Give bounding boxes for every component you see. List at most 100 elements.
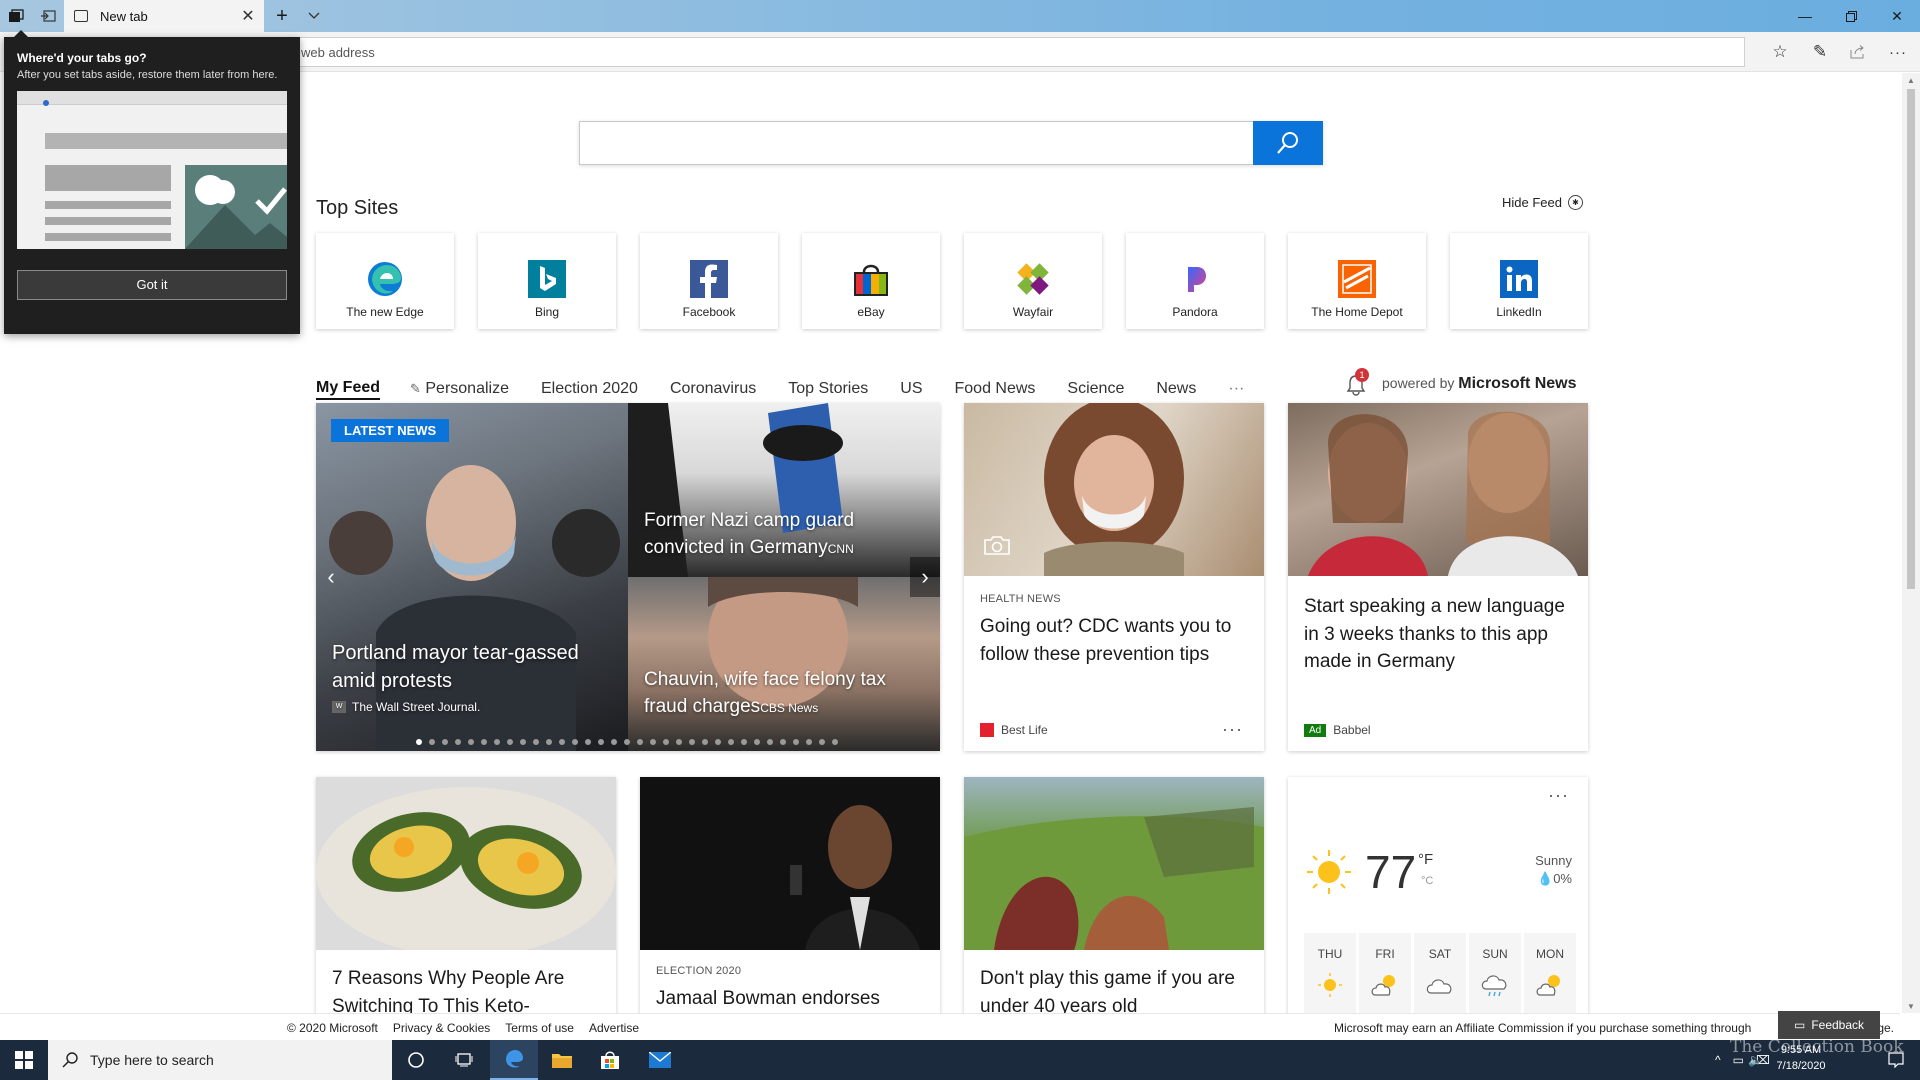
- site-tile-wayfair[interactable]: Wayfair: [964, 233, 1102, 329]
- feedback-button[interactable]: ▭ Feedback: [1778, 1011, 1880, 1039]
- tab-science[interactable]: Science: [1067, 380, 1124, 398]
- carousel-dot[interactable]: [689, 739, 695, 745]
- carousel-dot[interactable]: [637, 739, 643, 745]
- tab-coronavirus[interactable]: Coronavirus: [670, 380, 756, 398]
- unit-fahrenheit[interactable]: °F: [1418, 851, 1433, 868]
- carousel-dot[interactable]: [676, 739, 682, 745]
- carousel-dot[interactable]: [806, 739, 812, 745]
- footer-advertise-link[interactable]: Advertise: [589, 1021, 639, 1035]
- ad-card-babbel[interactable]: Start speaking a new language in 3 weeks…: [1288, 403, 1588, 751]
- carousel-dot[interactable]: [611, 739, 617, 745]
- card-more-button[interactable]: ···: [1222, 719, 1243, 740]
- carousel-dot[interactable]: [585, 739, 591, 745]
- chevron-up-icon[interactable]: ^: [1715, 1053, 1721, 1067]
- got-it-button[interactable]: Got it: [17, 269, 287, 300]
- forecast-day[interactable]: THU: [1304, 933, 1356, 1013]
- site-tile-home-depot[interactable]: The Home Depot: [1288, 233, 1426, 329]
- weather-more-button[interactable]: ···: [1548, 785, 1569, 806]
- site-tile-edge[interactable]: The new Edge: [316, 233, 454, 329]
- hide-feed-button[interactable]: Hide Feed ✱: [1502, 195, 1583, 210]
- carousel-dot[interactable]: [832, 739, 838, 745]
- close-window-icon[interactable]: ✕: [1874, 0, 1920, 32]
- carousel-dot[interactable]: [533, 739, 539, 745]
- carousel-dot[interactable]: [442, 739, 448, 745]
- carousel-dot[interactable]: [468, 739, 474, 745]
- carousel-dot[interactable]: [598, 739, 604, 745]
- carousel-dot[interactable]: [650, 739, 656, 745]
- close-tab-icon[interactable]: ✕: [232, 0, 264, 32]
- page-scrollbar[interactable]: ▲ ▼: [1902, 73, 1920, 1013]
- carousel-dot[interactable]: [559, 739, 565, 745]
- carousel-next-icon[interactable]: ›: [910, 557, 940, 597]
- windows-start-button[interactable]: [0, 1040, 48, 1080]
- mail-icon[interactable]: [636, 1040, 684, 1080]
- tab-top-stories[interactable]: Top Stories: [788, 380, 868, 398]
- forecast-day[interactable]: SAT: [1414, 933, 1466, 1013]
- scrollbar-thumb[interactable]: [1907, 89, 1915, 589]
- carousel-dot[interactable]: [520, 739, 526, 745]
- carousel-dot[interactable]: [494, 739, 500, 745]
- more-tabs-button[interactable]: ···: [1228, 380, 1244, 398]
- forecast-day[interactable]: FRI: [1359, 933, 1411, 1013]
- tab-new-tab[interactable]: New tab ✕: [64, 0, 264, 32]
- carousel-dot[interactable]: [819, 739, 825, 745]
- forecast-day[interactable]: SUN: [1469, 933, 1521, 1013]
- tab-food-news[interactable]: Food News: [955, 380, 1036, 398]
- site-tile-pandora[interactable]: Pandora: [1126, 233, 1264, 329]
- forecast-day[interactable]: MON: [1524, 933, 1576, 1013]
- news-card-keto[interactable]: 7 Reasons Why People Are Switching To Th…: [316, 777, 616, 1013]
- carousel-dot[interactable]: [728, 739, 734, 745]
- carousel-dot[interactable]: [767, 739, 773, 745]
- scroll-down-icon[interactable]: ▼: [1902, 999, 1920, 1013]
- set-tabs-aside-icon[interactable]: [32, 0, 64, 32]
- search-button[interactable]: [1253, 121, 1323, 165]
- edge-taskbar-icon[interactable]: [490, 1040, 538, 1080]
- carousel-dot[interactable]: [481, 739, 487, 745]
- carousel-dot[interactable]: [663, 739, 669, 745]
- weather-card[interactable]: ··· 77 °F °C Sunny 💧0% THU FRI SAT SUN M…: [1288, 777, 1588, 1013]
- carousel-dot[interactable]: [624, 739, 630, 745]
- tab-my-feed[interactable]: My Feed: [316, 379, 381, 400]
- minimize-icon[interactable]: —: [1782, 0, 1828, 32]
- taskbar-search-box[interactable]: Type here to search: [48, 1040, 392, 1080]
- carousel-dot[interactable]: [780, 739, 786, 745]
- carousel-dot[interactable]: [507, 739, 513, 745]
- tab-news[interactable]: News: [1156, 380, 1196, 398]
- store-icon[interactable]: [586, 1040, 634, 1080]
- task-view-icon[interactable]: [440, 1040, 488, 1080]
- tab-us[interactable]: US: [900, 380, 922, 398]
- restore-icon[interactable]: [1828, 0, 1874, 32]
- tab-election-2020[interactable]: Election 2020: [541, 380, 638, 398]
- chevron-down-icon[interactable]: [298, 0, 330, 32]
- tabs-aside-icon[interactable]: [0, 0, 32, 32]
- hero-photo-side2[interactable]: Chauvin, wife face felony tax fraud char…: [628, 577, 940, 751]
- news-card-bowman[interactable]: ELECTION 2020 Jamaal Bowman endorses: [640, 777, 940, 1013]
- file-explorer-icon[interactable]: [538, 1040, 586, 1080]
- share-icon[interactable]: [1838, 36, 1878, 68]
- cortana-icon[interactable]: [392, 1040, 440, 1080]
- carousel-dot[interactable]: [741, 739, 747, 745]
- carousel-dot[interactable]: [429, 739, 435, 745]
- carousel-dot[interactable]: [416, 739, 422, 745]
- search-box[interactable]: [579, 121, 1323, 165]
- carousel-dot[interactable]: [754, 739, 760, 745]
- carousel-dot[interactable]: [793, 739, 799, 745]
- tab-personalize[interactable]: ✎ Personalize: [410, 380, 509, 398]
- footer-privacy-link[interactable]: Privacy & Cookies: [393, 1021, 490, 1035]
- address-input[interactable]: web address: [180, 37, 1745, 67]
- carousel-dot[interactable]: [715, 739, 721, 745]
- site-tile-bing[interactable]: Bing: [478, 233, 616, 329]
- carousel-dot[interactable]: [572, 739, 578, 745]
- scroll-up-icon[interactable]: ▲: [1902, 73, 1920, 87]
- hero-photo-main[interactable]: LATEST NEWS Portland mayor tear-gassed a…: [316, 403, 628, 751]
- ad-card-game[interactable]: Don't play this game if you are under 40…: [964, 777, 1264, 1013]
- carousel-dot[interactable]: [546, 739, 552, 745]
- hero-photo-side1[interactable]: Former Nazi camp guard convicted in Germ…: [628, 403, 940, 577]
- site-tile-linkedin[interactable]: LinkedIn: [1450, 233, 1588, 329]
- carousel-dot[interactable]: [455, 739, 461, 745]
- web-note-icon[interactable]: ✎: [1800, 36, 1840, 68]
- unit-celsius[interactable]: °C: [1421, 875, 1433, 887]
- favorites-icon[interactable]: ☆: [1760, 36, 1800, 68]
- carousel-dot[interactable]: [702, 739, 708, 745]
- news-card-cdc[interactable]: HEALTH NEWS Going out? CDC wants you to …: [964, 403, 1264, 751]
